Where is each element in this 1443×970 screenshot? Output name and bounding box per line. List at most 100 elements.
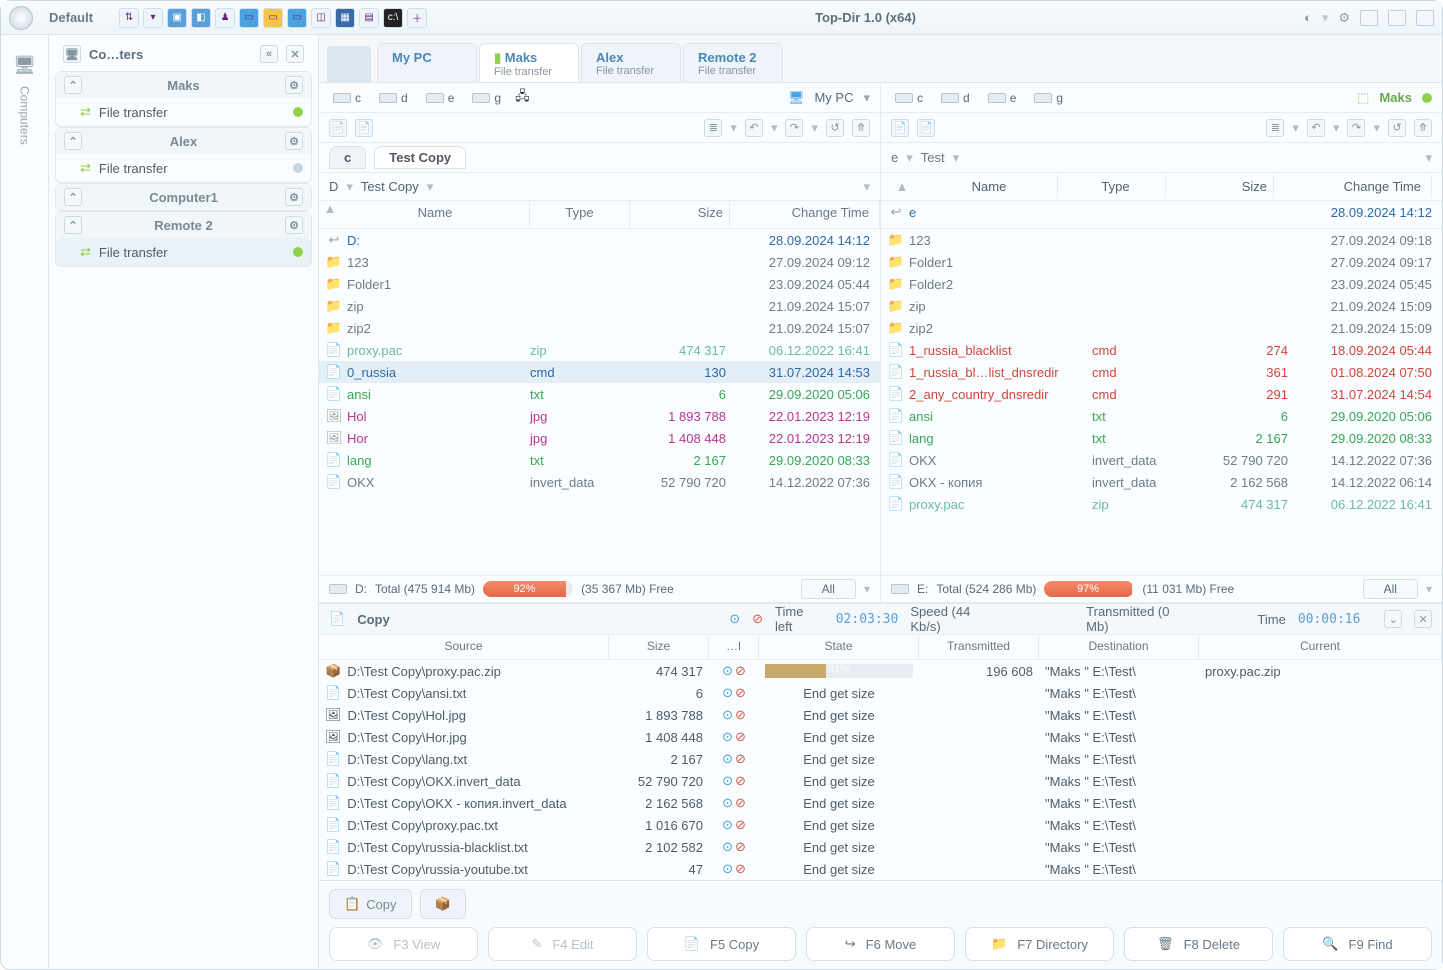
goto-top-icon[interactable]: ⤊ xyxy=(1414,119,1432,137)
newfile-icon[interactable]: 📄 xyxy=(891,119,909,137)
stop-icon[interactable]: ⊘ xyxy=(735,773,746,789)
file-row[interactable]: 📁zip21.09.2024 15:09 xyxy=(881,295,1442,317)
minimize-button[interactable] xyxy=(1360,10,1378,26)
file-row[interactable]: 📁Folder127.09.2024 09:17 xyxy=(881,251,1442,273)
f8-delete[interactable]: 🗑F8 Delete xyxy=(1124,927,1273,961)
f3-view[interactable]: 👁F3 View xyxy=(329,927,478,961)
profile-name[interactable]: Default xyxy=(39,8,103,27)
play-icon[interactable]: ⊙ xyxy=(722,751,733,767)
sort-icon[interactable]: ▲ xyxy=(891,179,913,194)
undo-icon[interactable]: ↺ xyxy=(826,119,844,137)
filter-all[interactable]: All xyxy=(1363,579,1418,599)
f4-edit[interactable]: ✎F4 Edit xyxy=(488,927,637,961)
col-name[interactable]: Name xyxy=(341,201,530,228)
f9-find[interactable]: 🔍F9 Find xyxy=(1283,927,1432,961)
drive-button[interactable]: g xyxy=(1030,89,1067,107)
tab-handle[interactable] xyxy=(327,46,371,82)
transfer-row[interactable]: 📄D:\Test Copy\russia-youtube.txt 47 ⊙⊘ E… xyxy=(319,858,1442,880)
path-tab[interactable]: Test xyxy=(921,150,945,165)
copy-col-act[interactable]: …l xyxy=(709,635,759,659)
play-icon[interactable]: ⊙ xyxy=(722,729,733,745)
col-time[interactable]: Change Time xyxy=(1282,175,1432,198)
add-tool-icon[interactable]: ＋ xyxy=(407,8,427,28)
drive-button[interactable]: c xyxy=(891,89,927,107)
gear-icon[interactable]: ⚙ xyxy=(285,132,303,150)
gear-icon[interactable]: ⚙ xyxy=(285,188,303,206)
breadcrumb[interactable]: Test Copy xyxy=(361,179,419,194)
copy-col-trans[interactable]: Transmitted xyxy=(919,635,1039,659)
file-row[interactable]: 🖼Holjpg1 893 78822.01.2023 12:19 xyxy=(319,405,880,427)
col-size[interactable]: Size xyxy=(630,201,730,228)
play-icon[interactable]: ⊙ xyxy=(729,611,740,627)
transfer-row[interactable]: 📄D:\Test Copy\ansi.txt 6 ⊙⊘ End get size… xyxy=(319,682,1442,704)
tool-icon[interactable]: ▤ xyxy=(359,8,379,28)
tool-icon[interactable]: ♟ xyxy=(215,8,235,28)
filter-all[interactable]: All xyxy=(801,579,856,599)
list-icon[interactable]: ≣ xyxy=(1266,119,1284,137)
play-icon[interactable]: ⊙ xyxy=(722,685,733,701)
tool-icon[interactable]: c:\ xyxy=(383,8,403,28)
copy-col-state[interactable]: State xyxy=(759,635,919,659)
expand-icon[interactable]: ⌃ xyxy=(64,188,82,206)
file-row[interactable]: 📁zip21.09.2024 15:07 xyxy=(319,295,880,317)
drive-button[interactable]: d xyxy=(375,89,412,107)
file-row[interactable]: 📄OKXinvert_data52 790 72014.12.2022 07:3… xyxy=(881,449,1442,471)
copy-col-source[interactable]: Source xyxy=(319,635,609,659)
stop-icon[interactable]: ⊘ xyxy=(752,611,763,627)
file-row[interactable]: 📄1_russia_bl…list_dnsredircmd36101.08.20… xyxy=(881,361,1442,383)
file-row[interactable]: 📄1_russia_blacklistcmd27418.09.2024 05:4… xyxy=(881,339,1442,361)
network-icon[interactable]: 🖧 xyxy=(515,87,530,109)
file-row[interactable]: 📄OKXinvert_data52 790 72014.12.2022 07:3… xyxy=(319,471,880,493)
play-icon[interactable]: ⊙ xyxy=(722,817,733,833)
drive-button[interactable]: e xyxy=(422,89,459,107)
transfer-row[interactable]: 📄D:\Test Copy\russia-blacklist.txt 2 102… xyxy=(319,836,1442,858)
close-panel-icon[interactable]: ✕ xyxy=(1414,610,1432,628)
transfer-row[interactable]: 📄D:\Test Copy\lang.txt 2 167 ⊙⊘ End get … xyxy=(319,748,1442,770)
expand-icon[interactable]: ⌃ xyxy=(64,132,82,150)
stop-icon[interactable]: ⊘ xyxy=(735,817,746,833)
gear-icon[interactable]: ⚙ xyxy=(285,216,303,234)
settings-icon[interactable]: ⚙ xyxy=(1338,10,1350,26)
transfer-row[interactable]: 📄D:\Test Copy\proxy.pac.txt 1 016 670 ⊙⊘… xyxy=(319,814,1442,836)
newfile-icon[interactable]: 📄 xyxy=(329,119,347,137)
drive-button[interactable]: g xyxy=(468,89,505,107)
tool-icon[interactable]: ▭ xyxy=(287,8,307,28)
file-row[interactable]: 📄ansitxt629.09.2020 05:06 xyxy=(319,383,880,405)
computers-icon[interactable]: 🖥 xyxy=(13,55,36,76)
chevron-down-icon[interactable]: ▾ xyxy=(863,90,870,106)
drop-copy[interactable]: 📋Copy xyxy=(329,889,412,919)
col-time[interactable]: Change Time xyxy=(730,201,880,228)
tool-icon[interactable]: ▭ xyxy=(239,8,259,28)
file-row[interactable]: 📁12327.09.2024 09:12 xyxy=(319,251,880,273)
drive-button[interactable]: c xyxy=(329,89,365,107)
f6-move[interactable]: ↪F6 Move xyxy=(806,927,955,961)
transfer-row[interactable]: 📦D:\Test Copy\proxy.pac.zip 474 317 ⊙⊘ 4… xyxy=(319,660,1442,682)
col-size[interactable]: Size xyxy=(1174,175,1274,198)
transfer-row[interactable]: 🖼D:\Test Copy\Hor.jpg 1 408 448 ⊙⊘ End g… xyxy=(319,726,1442,748)
drive-button[interactable]: d xyxy=(937,89,974,107)
file-row[interactable]: 📄proxy.paczip474 31706.12.2022 16:41 xyxy=(319,339,880,361)
stop-icon[interactable]: ⊘ xyxy=(735,707,746,723)
theme-icon[interactable]: ◐ xyxy=(1304,10,1312,25)
transfer-row[interactable]: 📄D:\Test Copy\OKX - копия.invert_data 2 … xyxy=(319,792,1442,814)
copy-col-current[interactable]: Current xyxy=(1199,635,1442,659)
connection-tab[interactable]: My PC xyxy=(377,43,477,82)
path-tab[interactable]: c xyxy=(329,146,366,169)
f7-directory[interactable]: 📁F7 Directory xyxy=(965,927,1114,961)
file-row[interactable]: 📄OKX - копияinvert_data2 162 56814.12.20… xyxy=(881,471,1442,493)
play-icon[interactable]: ⊙ xyxy=(722,861,733,877)
tool-icon[interactable]: ▦ xyxy=(335,8,355,28)
stop-icon[interactable]: ⊘ xyxy=(735,685,746,701)
back-icon[interactable]: ↶ xyxy=(745,119,763,137)
file-row[interactable]: 📄langtxt2 16729.09.2020 08:33 xyxy=(881,427,1442,449)
stop-icon[interactable]: ⊘ xyxy=(735,861,746,877)
tool-icon[interactable]: ◫ xyxy=(311,8,331,28)
file-row[interactable]: 📁Folder223.09.2024 05:45 xyxy=(881,273,1442,295)
file-row[interactable]: ↩e28.09.2024 14:12 xyxy=(881,201,1442,223)
newfile2-icon[interactable]: 📄 xyxy=(917,119,935,137)
sort-icon[interactable]: ▲ xyxy=(319,201,341,228)
fwd-icon[interactable]: ↷ xyxy=(1347,119,1365,137)
play-icon[interactable]: ⊙ xyxy=(722,839,733,855)
left-file-list[interactable]: ↩D:28.09.2024 14:12📁12327.09.2024 09:12📁… xyxy=(319,229,880,575)
stop-icon[interactable]: ⊘ xyxy=(735,795,746,811)
